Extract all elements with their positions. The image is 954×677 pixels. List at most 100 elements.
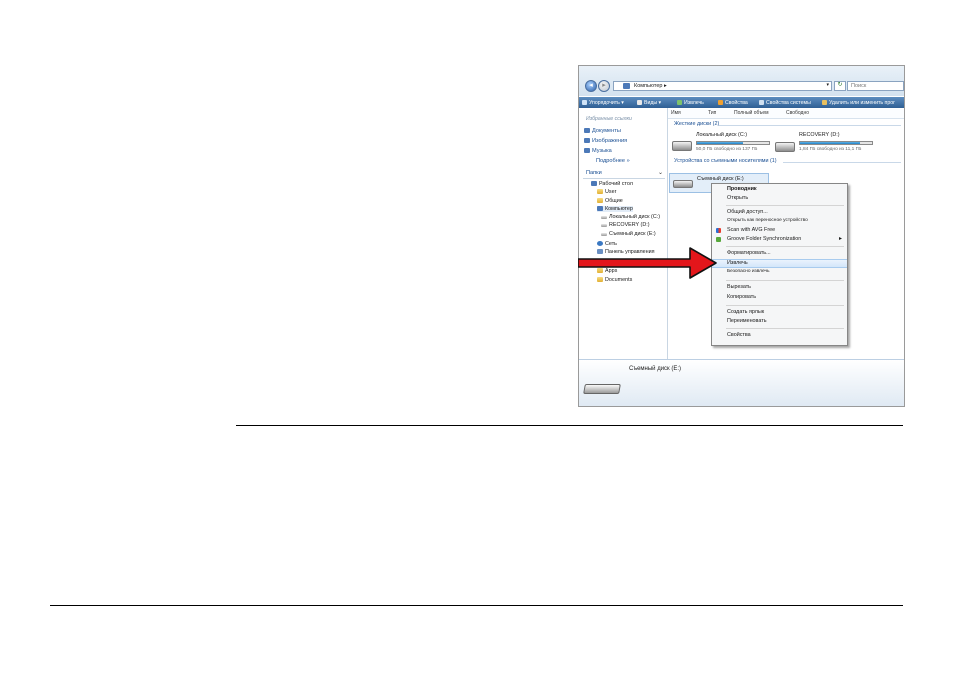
chevron-down-icon[interactable]: ▾	[826, 83, 829, 88]
menu-item-explorer[interactable]: Проводник	[712, 186, 847, 194]
more-link[interactable]: Подробнее »	[596, 158, 630, 165]
menu-item-copy[interactable]: Копировать	[712, 294, 847, 302]
system-properties-label: Свойства системы	[766, 100, 811, 106]
tree-item-public[interactable]: Общие	[597, 198, 623, 204]
usage-fill	[697, 142, 744, 144]
menu-item-properties[interactable]: Свойства	[712, 332, 847, 340]
recovery-d-usage-bar	[799, 141, 873, 145]
chevron-down-icon: ⌄	[657, 170, 663, 176]
computer-icon	[597, 206, 603, 211]
menu-item-create-shortcut[interactable]: Создать ярлык	[712, 309, 847, 317]
menu-separator	[726, 205, 844, 206]
eject-toolbar-button[interactable]: Извлечь	[677, 100, 704, 106]
usb-drive-icon	[673, 180, 693, 188]
tree-item-computer[interactable]: Компьютер	[597, 206, 633, 213]
computer-icon	[623, 83, 630, 89]
forward-button[interactable]: ▸	[598, 80, 610, 92]
menu-item-open[interactable]: Открыть	[712, 195, 847, 203]
hard-drives-group-label: Жесткие диски (2)	[674, 121, 720, 127]
system-properties-button[interactable]: Свойства системы	[759, 100, 811, 106]
usage-fill	[800, 142, 860, 144]
menu-item-cut[interactable]: Вырезать	[712, 284, 847, 292]
menu-item-label: Открыть	[727, 195, 749, 201]
search-input[interactable]: Поиск	[847, 81, 904, 91]
top-divider-line	[236, 425, 903, 426]
folders-label: Папки	[586, 170, 602, 176]
group-divider	[719, 125, 901, 126]
navigation-pane: Избранные ссылки Документы Изображения М…	[579, 108, 668, 359]
avg-icon	[716, 228, 721, 233]
search-placeholder: Поиск	[851, 83, 867, 89]
menu-item-label: Groove Folder Synchronization	[727, 236, 802, 242]
views-button[interactable]: Виды ▾	[637, 100, 661, 106]
uninstall-program-button[interactable]: Удалить или изменить прог	[822, 100, 895, 106]
menu-item-label: Копировать	[727, 294, 757, 300]
tree-item-user[interactable]: User	[597, 189, 616, 195]
menu-item-groove-sync[interactable]: Groove Folder Synchronization ▸	[712, 236, 847, 244]
menu-item-eject[interactable]: Извлечь	[712, 259, 847, 268]
menu-item-rename[interactable]: Переименовать	[712, 318, 847, 326]
column-free-space[interactable]: Свободно	[786, 111, 809, 116]
back-button[interactable]: ◂	[585, 80, 597, 92]
column-total-size[interactable]: Полный объем	[734, 111, 769, 116]
local-disk-c-usage-bar	[696, 141, 770, 145]
uninstall-program-label: Удалить или изменить прог	[829, 100, 895, 106]
local-disk-c-icon[interactable]	[672, 141, 692, 151]
menu-item-label: Переименовать	[727, 318, 767, 324]
menu-item-label: Извлечь	[727, 260, 748, 266]
recovery-d-name[interactable]: RECOVERY (D:)	[799, 132, 840, 138]
properties-button[interactable]: Свойства	[718, 100, 748, 106]
column-headers: Имя Тип Полный объем Свободно	[668, 109, 904, 119]
command-bar: Упорядочить ▾ Виды ▾ Извлечь Свойства Св…	[579, 97, 904, 108]
tree-item-removable-e[interactable]: Съемный диск (E:)	[601, 231, 656, 237]
menu-item-format[interactable]: Форматировать...	[712, 250, 847, 258]
menu-separator	[726, 280, 844, 281]
address-bar: ◂ ▸ Компьютер ▸ ▾ ↻ Поиск	[579, 66, 904, 96]
usb-drive-icon	[583, 384, 621, 394]
groove-icon	[716, 237, 721, 242]
local-disk-c-name[interactable]: Локальный диск (C:)	[696, 132, 747, 138]
favorite-music[interactable]: Музыка	[584, 148, 612, 155]
tree-item-desktop[interactable]: Рабочий стол	[591, 181, 633, 187]
callout-arrow	[578, 247, 717, 279]
column-type[interactable]: Тип	[708, 111, 716, 116]
submenu-arrow-icon: ▸	[838, 236, 842, 242]
tree-item-recovery-d[interactable]: RECOVERY (D:)	[601, 222, 650, 228]
menu-item-label: Scan with AVG Free	[727, 227, 776, 233]
pictures-icon	[584, 138, 590, 143]
menu-item-label: Общий доступ...	[727, 209, 768, 215]
favorite-documents-label: Документы	[592, 128, 621, 134]
menu-item-share[interactable]: Общий доступ...	[712, 209, 847, 217]
organize-button[interactable]: Упорядочить ▾	[582, 100, 624, 106]
favorite-documents[interactable]: Документы	[584, 128, 621, 135]
drive-icon	[601, 224, 607, 227]
menu-item-label: Форматировать...	[727, 250, 771, 256]
menu-item-label: Безопасно извлечь	[727, 269, 770, 274]
menu-item-scan-avg[interactable]: Scan with AVG Free	[712, 227, 847, 235]
details-drive-name: Съемный диск (E:)	[629, 366, 681, 372]
menu-separator	[726, 328, 844, 329]
folder-icon	[597, 198, 603, 203]
details-pane: Съемный диск (E:)	[579, 359, 904, 406]
address-path: Компьютер ▸	[634, 83, 667, 89]
column-name[interactable]: Имя	[671, 111, 681, 116]
tree-item-local-disk-c[interactable]: Локальный диск (C:)	[601, 214, 660, 220]
tree-item-label: User	[605, 189, 617, 195]
organize-label: Упорядочить ▾	[589, 100, 624, 106]
eject-toolbar-label: Извлечь	[684, 100, 704, 106]
favorites-header: Избранные ссылки	[586, 116, 632, 122]
favorite-pictures[interactable]: Изображения	[584, 138, 627, 145]
menu-item-label: Проводник	[727, 186, 757, 192]
folders-toggle[interactable]: Папки ⌄	[583, 170, 665, 179]
menu-item-label: Вырезать	[727, 284, 751, 290]
menu-item-safely-remove[interactable]: Безопасно извлечь	[712, 269, 847, 277]
recovery-d-icon[interactable]	[775, 142, 795, 152]
recovery-d-free-text: 1,84 ГБ свободно из 11,1 ГБ	[799, 147, 862, 152]
refresh-button[interactable]: ↻	[834, 81, 846, 91]
menu-item-open-as-portable-device[interactable]: Открыть как переносное устройство	[712, 218, 847, 226]
local-disk-c-free-text: 50,0 ГБ свободно из 137 ГБ	[696, 147, 758, 152]
favorite-pictures-label: Изображения	[592, 138, 628, 144]
documents-icon	[584, 128, 590, 133]
menu-separator	[726, 305, 844, 306]
address-field[interactable]: Компьютер ▸ ▾	[613, 81, 832, 91]
